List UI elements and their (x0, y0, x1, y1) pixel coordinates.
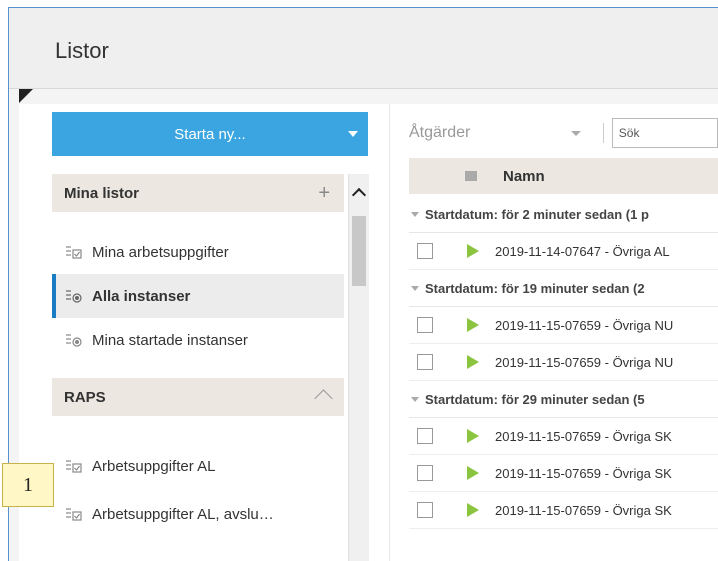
table-row[interactable]: 2019-11-15-07659 - Övriga SK (409, 418, 718, 455)
step-number-badge: 1 (2, 463, 54, 507)
row-checkbox[interactable] (417, 317, 433, 333)
start-new-button[interactable]: Starta ny... (52, 112, 368, 156)
comment-icon[interactable] (465, 171, 477, 181)
play-icon (467, 466, 479, 480)
scroll-thumb[interactable] (352, 216, 366, 286)
row-name: 2019-11-15-07659 - Övriga NU (495, 317, 674, 333)
row-checkbox[interactable] (417, 243, 433, 259)
toolbar: Åtgärder Sök (399, 112, 718, 154)
row-name: 2019-11-15-07659 - Övriga SK (495, 428, 672, 444)
pane-divider[interactable] (389, 104, 390, 561)
group-label: Startdatum: för 2 minuter sedan (1 p (425, 206, 649, 222)
section-title: Mina listor (64, 184, 140, 202)
instance-list-icon (66, 333, 82, 347)
chevron-down-icon[interactable] (348, 131, 358, 137)
group-row[interactable]: Startdatum: för 29 minuter sedan (5 (409, 381, 718, 418)
section-header-my-lists[interactable]: Mina listor + (52, 174, 344, 212)
group-row[interactable]: Startdatum: för 19 minuter sedan (2 (409, 270, 718, 307)
sidebar-item-label: Alla instanser (92, 287, 191, 305)
table-row[interactable]: 2019-11-15-07659 - Övriga NU (409, 307, 718, 344)
play-icon (467, 503, 479, 517)
search-placeholder: Sök (618, 126, 640, 140)
left-pane: Starta ny... Mina listor + Mina arbetsup… (52, 104, 369, 561)
collapse-triangle-icon[interactable] (411, 396, 419, 402)
row-checkbox[interactable] (417, 502, 433, 518)
table-row[interactable]: 2019-11-15-07659 - Övriga SK (409, 455, 718, 492)
add-list-button[interactable]: + (318, 182, 330, 205)
sidebar-item-my-tasks[interactable]: Mina arbetsuppgifter (52, 230, 344, 274)
sidebar-item-tasks-al[interactable]: Arbetsuppgifter AL (52, 444, 344, 488)
content-area: Starta ny... Mina listor + Mina arbetsup… (19, 104, 718, 561)
row-checkbox[interactable] (417, 428, 433, 444)
group-row[interactable]: Startdatum: för 2 minuter sedan (1 p (409, 196, 718, 233)
scroll-up-icon[interactable] (351, 187, 367, 203)
play-icon (467, 355, 479, 369)
column-header-name[interactable]: Namn (503, 168, 545, 185)
chevron-up-icon[interactable] (314, 389, 333, 408)
play-icon (467, 244, 479, 258)
table-row[interactable]: 2019-11-15-07659 - Övriga NU (409, 344, 718, 381)
collapse-corner-icon[interactable] (19, 89, 33, 103)
row-checkbox[interactable] (417, 465, 433, 481)
section-header-raps[interactable]: RAPS (52, 378, 344, 416)
row-name: 2019-11-15-07659 - Övriga SK (495, 465, 672, 481)
group-label: Startdatum: för 29 minuter sedan (5 (425, 391, 645, 407)
task-list-icon (66, 459, 82, 473)
title-bar: Listor (9, 8, 718, 89)
start-new-label: Starta ny... (174, 125, 246, 143)
sidebar-item-my-started-instances[interactable]: Mina startade instanser (52, 318, 344, 362)
row-checkbox[interactable] (417, 354, 433, 370)
app-window: Listor Starta ny... Mina listor + Mina a… (8, 7, 718, 561)
row-name: 2019-11-15-07659 - Övriga NU (495, 354, 674, 370)
actions-dropdown[interactable]: Åtgärder (399, 117, 595, 149)
play-icon (467, 429, 479, 443)
list-scrollbar[interactable] (348, 174, 369, 561)
play-icon (467, 318, 479, 332)
sidebar-item-label: Mina arbetsuppgifter (92, 243, 229, 261)
table-row[interactable]: 2019-11-14-07647 - Övriga AL (409, 233, 718, 270)
list-navigation: Mina listor + Mina arbetsuppgifter Alla … (52, 174, 344, 561)
row-name: 2019-11-15-07659 - Övriga SK (495, 502, 672, 518)
instance-list-icon (66, 289, 82, 303)
sidebar-item-label: Mina startade instanser (92, 331, 248, 349)
sidebar-item-tasks-al-closed[interactable]: Arbetsuppgifter AL, avslu… (52, 492, 344, 536)
task-list-icon (66, 245, 82, 259)
page-title: Listor (55, 38, 109, 63)
collapse-triangle-icon[interactable] (411, 211, 419, 217)
row-name: 2019-11-14-07647 - Övriga AL (495, 243, 670, 259)
actions-label: Åtgärder (409, 124, 471, 141)
sidebar-item-label: Arbetsuppgifter AL (92, 457, 216, 475)
task-list-icon (66, 507, 82, 521)
table-header: Namn (409, 158, 718, 194)
section-title: RAPS (64, 388, 106, 406)
group-label: Startdatum: för 19 minuter sedan (2 (425, 280, 645, 296)
search-input[interactable]: Sök (611, 118, 718, 148)
collapse-triangle-icon[interactable] (411, 285, 419, 291)
sidebar-item-label: Arbetsuppgifter AL, avslu… (92, 505, 274, 523)
chevron-down-icon[interactable] (570, 131, 581, 136)
table-row[interactable]: 2019-11-15-07659 - Övriga SK (409, 492, 718, 529)
toolbar-separator (602, 123, 604, 143)
sidebar-item-all-instances[interactable]: Alla instanser (52, 274, 344, 318)
right-pane: Åtgärder Sök Namn Startdatum: för 2 minu… (399, 104, 718, 561)
